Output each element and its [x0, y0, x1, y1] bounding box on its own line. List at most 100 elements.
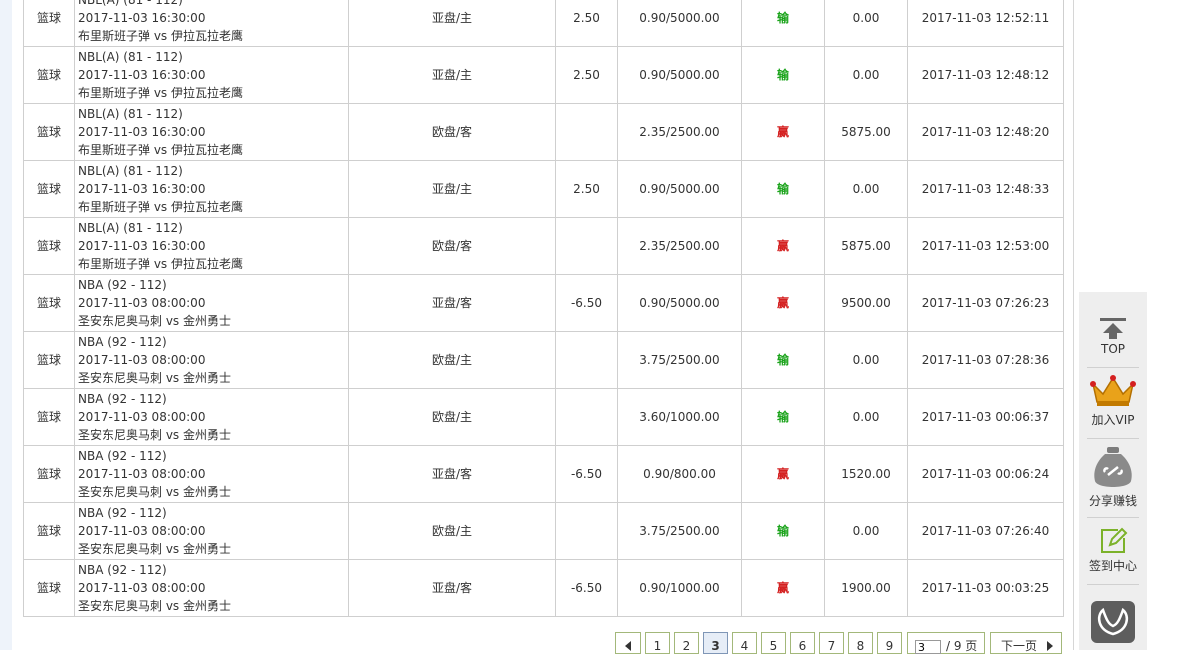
bet-type-cell: 亚盘/客	[348, 274, 556, 332]
table-row: 篮球 NBL(A) (81 - 112) 2017-11-03 16:30:00 布里…	[23, 160, 1064, 218]
handicap-cell	[555, 103, 618, 161]
result-cell: 赢	[741, 559, 825, 617]
share-label: 分享赚钱	[1088, 494, 1137, 508]
bet-time-cell: 2017-11-03 07:26:40	[907, 502, 1064, 560]
match-league: NBL(A) (81 - 112)	[78, 107, 183, 121]
back-to-top-button[interactable]: TOP	[1079, 316, 1147, 360]
odds-stake-cell: 3.60/1000.00	[617, 388, 742, 446]
table-row: 篮球 NBL(A) (81 - 112) 2017-11-03 16:30:00 布里…	[23, 217, 1064, 275]
sport-cell: 篮球	[23, 502, 75, 560]
bet-type-cell: 欧盘/客	[348, 217, 556, 275]
match-time: 2017-11-03 16:30:00	[78, 182, 206, 196]
edit-icon	[1101, 527, 1128, 553]
table-row: 篮球 NBL(A) (81 - 112) 2017-11-03 16:30:00 布里…	[23, 103, 1064, 161]
match-league: NBA (92 - 112)	[78, 563, 167, 577]
page-button[interactable]: 5	[761, 632, 786, 654]
payout-cell: 0.00	[824, 502, 908, 560]
match-time: 2017-11-03 08:00:00	[78, 353, 206, 367]
handicap-cell	[555, 217, 618, 275]
result-cell: 输	[741, 46, 825, 104]
match-league: NBL(A) (81 - 112)	[78, 164, 183, 178]
match-cell: NBA (92 - 112) 2017-11-03 08:00:00 圣安东尼奥马刺…	[74, 274, 349, 332]
match-time: 2017-11-03 16:30:00	[78, 68, 206, 82]
table-body: 篮球 NBL(A) (81 - 112) 2017-11-03 16:30:00 布里…	[23, 0, 1064, 617]
page-button[interactable]: 3	[703, 632, 728, 654]
match-teams: 圣安东尼奥马刺 vs 金州勇士	[78, 485, 231, 499]
match-time: 2017-11-03 08:00:00	[78, 410, 206, 424]
bet-time-cell: 2017-11-03 12:48:33	[907, 160, 1064, 218]
odds-stake-cell: 0.90/5000.00	[617, 160, 742, 218]
sport-cell: 篮球	[23, 160, 75, 218]
page-button[interactable]: 9	[877, 632, 902, 654]
match-teams: 布里斯班子弹 vs 伊拉瓦拉老鹰	[78, 29, 243, 43]
share-earn-button[interactable]: 分享赚钱	[1079, 445, 1147, 508]
match-league: NBA (92 - 112)	[78, 278, 167, 292]
page-button[interactable]: 7	[819, 632, 844, 654]
result-badge: 输	[776, 182, 789, 196]
match-time: 2017-11-03 16:30:00	[78, 11, 206, 25]
next-page-button[interactable]: 下一页	[990, 632, 1062, 654]
result-badge: 赢	[776, 467, 789, 481]
page-button[interactable]: 2	[674, 632, 699, 654]
sign-in-center-button[interactable]: 签到中心	[1079, 526, 1147, 574]
payout-cell: 1520.00	[824, 445, 908, 503]
match-time: 2017-11-03 08:00:00	[78, 467, 206, 481]
bet-type-cell: 欧盘/主	[348, 388, 556, 446]
match-cell: NBA (92 - 112) 2017-11-03 08:00:00 圣安东尼奥马刺…	[74, 502, 349, 560]
payout-cell: 9500.00	[824, 274, 908, 332]
page-total-text: / 9 页	[946, 639, 978, 653]
sport-cell: 篮球	[23, 445, 75, 503]
table-row: 篮球 NBA (92 - 112) 2017-11-03 08:00:00 圣安东尼奥…	[23, 502, 1064, 560]
prev-page-button[interactable]	[615, 632, 641, 654]
match-time: 2017-11-03 08:00:00	[78, 296, 206, 310]
handicap-cell: 2.50	[555, 160, 618, 218]
sport-cell: 篮球	[23, 0, 75, 47]
result-badge: 赢	[776, 296, 789, 310]
match-teams: 圣安东尼奥马刺 vs 金州勇士	[78, 371, 231, 385]
bet-time-cell: 2017-11-03 12:48:12	[907, 46, 1064, 104]
match-cell: NBL(A) (81 - 112) 2017-11-03 16:30:00 布里斯班…	[74, 160, 349, 218]
bet-type-cell: 欧盘/客	[348, 103, 556, 161]
payout-cell: 0.00	[824, 46, 908, 104]
bet-time-cell: 2017-11-03 12:52:11	[907, 0, 1064, 47]
match-cell: NBA (92 - 112) 2017-11-03 08:00:00 圣安东尼奥马刺…	[74, 445, 349, 503]
result-badge: 输	[776, 353, 789, 367]
result-cell: 赢	[741, 103, 825, 161]
floating-sidebar: TOP 加入VIP 分享赚钱 签到中心	[1079, 292, 1147, 650]
page-jump-input[interactable]	[915, 640, 941, 654]
arrow-up-icon	[1100, 318, 1126, 339]
match-time: 2017-11-03 08:00:00	[78, 581, 206, 595]
page-button[interactable]: 6	[790, 632, 815, 654]
payout-cell: 0.00	[824, 160, 908, 218]
result-cell: 输	[741, 502, 825, 560]
result-badge: 赢	[776, 581, 789, 595]
handicap-cell	[555, 331, 618, 389]
page-button[interactable]: 8	[848, 632, 873, 654]
chat-button[interactable]	[1079, 600, 1147, 644]
handicap-cell: -6.50	[555, 559, 618, 617]
handicap-cell: 2.50	[555, 46, 618, 104]
match-teams: 布里斯班子弹 vs 伊拉瓦拉老鹰	[78, 200, 243, 214]
match-teams: 圣安东尼奥马刺 vs 金州勇士	[78, 599, 231, 613]
result-badge: 输	[776, 11, 789, 25]
table-row: 篮球 NBA (92 - 112) 2017-11-03 08:00:00 圣安东尼奥…	[23, 388, 1064, 446]
handicap-cell: -6.50	[555, 445, 618, 503]
match-league: NBL(A) (81 - 112)	[78, 50, 183, 64]
join-vip-button[interactable]: 加入VIP	[1079, 374, 1147, 430]
vip-label: 加入VIP	[1091, 413, 1135, 427]
bet-type-cell: 亚盘/主	[348, 46, 556, 104]
chat-icon	[1091, 601, 1135, 643]
sport-cell: 篮球	[23, 103, 75, 161]
handicap-cell	[555, 388, 618, 446]
result-badge: 赢	[776, 239, 789, 253]
match-cell: NBA (92 - 112) 2017-11-03 08:00:00 圣安东尼奥马刺…	[74, 559, 349, 617]
handicap-cell: 2.50	[555, 0, 618, 47]
result-cell: 赢	[741, 217, 825, 275]
odds-stake-cell: 0.90/5000.00	[617, 274, 742, 332]
table-row: 篮球 NBA (92 - 112) 2017-11-03 08:00:00 圣安东尼奥…	[23, 559, 1064, 617]
page-button[interactable]: 4	[732, 632, 757, 654]
table-row: 篮球 NBA (92 - 112) 2017-11-03 08:00:00 圣安东尼奥…	[23, 274, 1064, 332]
payout-cell: 1900.00	[824, 559, 908, 617]
page-button[interactable]: 1	[645, 632, 670, 654]
result-cell: 赢	[741, 445, 825, 503]
